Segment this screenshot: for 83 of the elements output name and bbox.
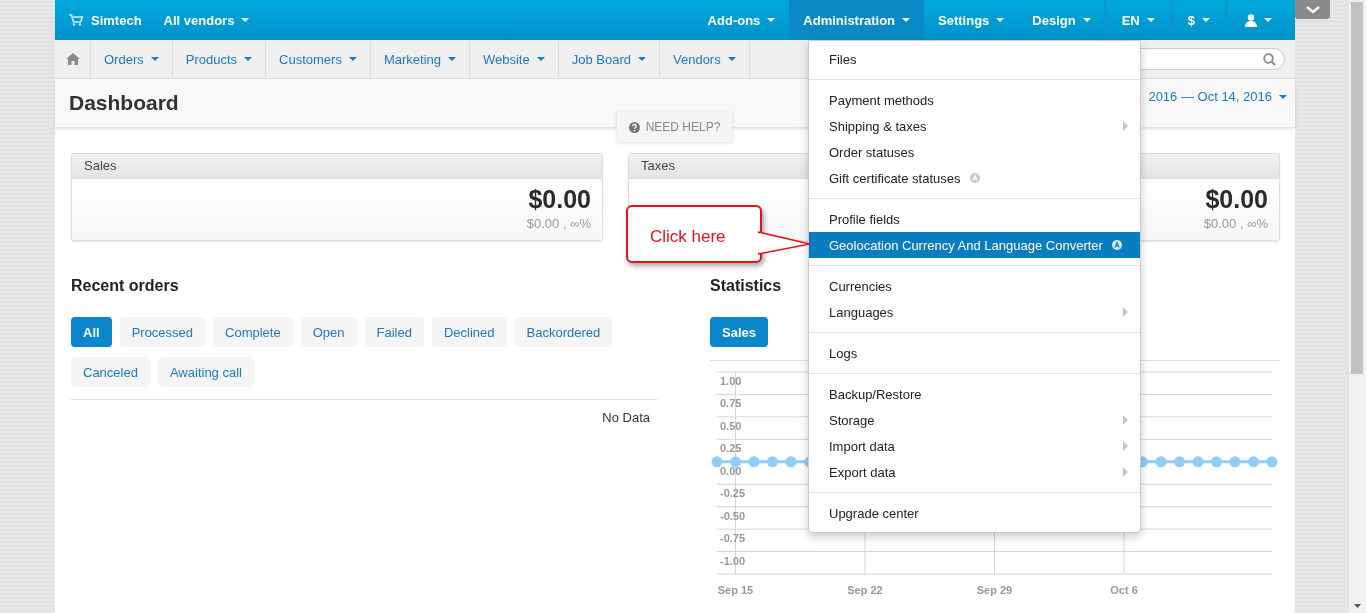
page-title: Dashboard bbox=[69, 91, 179, 115]
data-point bbox=[1229, 456, 1241, 468]
menu-item[interactable]: Shipping & taxes bbox=[809, 113, 1140, 139]
data-point bbox=[1155, 456, 1167, 468]
menu-item[interactable]: Storage bbox=[809, 407, 1140, 433]
store-brand[interactable]: Simtech bbox=[69, 0, 142, 40]
section-title: Statistics bbox=[710, 277, 782, 295]
data-point bbox=[1174, 456, 1185, 468]
search-icon bbox=[1263, 52, 1276, 66]
top-menu-item[interactable]: Settings bbox=[924, 0, 1019, 40]
menu-item[interactable]: Profile fields bbox=[809, 206, 1140, 232]
data-point bbox=[1211, 456, 1222, 468]
menu-item[interactable]: Languages bbox=[809, 299, 1140, 325]
data-point bbox=[1266, 456, 1278, 468]
collapse-button[interactable] bbox=[1295, 0, 1330, 19]
chart-tab[interactable]: Sales bbox=[710, 317, 768, 347]
status-filter-tab[interactable]: All bbox=[71, 317, 112, 347]
data-point bbox=[767, 456, 778, 468]
status-filter-tab[interactable]: Open bbox=[300, 317, 357, 347]
y-axis-label: 1.00 bbox=[720, 375, 742, 387]
status-filter-tab[interactable]: Failed bbox=[364, 317, 424, 347]
nav-menu-item[interactable]: Website bbox=[470, 40, 559, 78]
cart-icon bbox=[69, 14, 83, 26]
data-point bbox=[1192, 456, 1204, 468]
empty-message: No Data bbox=[602, 410, 650, 425]
data-point bbox=[748, 456, 760, 468]
nav-menu-item[interactable]: Job Board bbox=[558, 40, 660, 78]
menu-item[interactable]: Currencies bbox=[809, 273, 1140, 299]
home-icon bbox=[65, 53, 80, 65]
chevron-down-icon bbox=[1305, 5, 1320, 14]
menu-item[interactable]: Files bbox=[809, 46, 1140, 72]
y-axis-label: 0.50 bbox=[720, 419, 742, 432]
nav-menu-item[interactable]: Customers bbox=[266, 40, 371, 78]
menu-item[interactable]: Export data bbox=[809, 459, 1140, 485]
top-menu-item[interactable]: Add-ons bbox=[693, 0, 790, 40]
section-title: Recent orders bbox=[71, 277, 179, 295]
nav-menu-item[interactable]: Orders bbox=[91, 40, 173, 78]
x-axis-label: Sep 22 bbox=[847, 584, 883, 596]
y-axis-label: -0.75 bbox=[720, 532, 746, 545]
y-axis-label: -1.00 bbox=[720, 554, 746, 567]
nav-menu-item[interactable]: Marketing bbox=[370, 40, 470, 78]
menu-item[interactable]: Geolocation Currency And Language Converter bbox=[809, 232, 1140, 258]
status-filter-tab[interactable]: Complete bbox=[213, 317, 293, 347]
user-icon bbox=[1245, 13, 1257, 27]
y-axis-label: -0.50 bbox=[720, 509, 746, 522]
vendor-dropdown[interactable]: All vendors bbox=[163, 0, 250, 40]
top-menu-item[interactable]: Administration bbox=[789, 0, 925, 40]
y-axis-label: 0.75 bbox=[720, 397, 742, 410]
menu-item[interactable]: Logs bbox=[809, 340, 1140, 366]
menu-item[interactable]: Upgrade center bbox=[809, 500, 1140, 526]
need-help-tab[interactable]: NEED HELP? bbox=[617, 112, 732, 142]
scrollbar[interactable] bbox=[1349, 0, 1366, 613]
nav-menu-item[interactable]: Vendors bbox=[660, 40, 750, 78]
question-icon bbox=[628, 121, 640, 133]
data-point bbox=[730, 456, 741, 468]
data-point bbox=[785, 456, 797, 468]
menu-item[interactable]: Payment methods bbox=[809, 87, 1140, 113]
card-value: $0.00 bbox=[528, 185, 591, 214]
status-filter-tab[interactable]: Canceled bbox=[71, 357, 150, 387]
card-value: $0.00 bbox=[1205, 185, 1268, 214]
x-axis-label: Oct 6 bbox=[1110, 584, 1138, 596]
y-axis-label: 0.25 bbox=[720, 442, 742, 455]
menu-item[interactable]: Import data bbox=[809, 433, 1140, 459]
status-filter-tab[interactable]: Backordered bbox=[514, 317, 613, 347]
y-axis-label: -0.25 bbox=[720, 487, 746, 500]
x-axis-label: Sep 15 bbox=[717, 584, 754, 596]
status-filter-tab[interactable]: Declined bbox=[431, 317, 507, 347]
date-range-picker[interactable]: 2016 — Oct 14, 2016 bbox=[1148, 88, 1287, 104]
card-change: $0.00 , ∞% bbox=[1203, 216, 1268, 231]
y-axis-label: 0.00 bbox=[720, 464, 742, 477]
data-point bbox=[1248, 456, 1259, 468]
card-title: Sales bbox=[72, 154, 602, 179]
card-change: $0.00 , ∞% bbox=[526, 216, 591, 231]
callout-box: Click here bbox=[626, 205, 762, 263]
status-filter-tab[interactable]: Processed bbox=[119, 317, 206, 347]
scroll-down-icon bbox=[1354, 604, 1361, 608]
x-axis-label: Sep 29 bbox=[976, 584, 1013, 596]
brand-name: Simtech bbox=[91, 12, 142, 28]
menu-item[interactable]: Backup/Restore bbox=[809, 381, 1140, 407]
nav-menu-item[interactable]: Products bbox=[172, 40, 267, 78]
status-filter-tab[interactable]: Awaiting call bbox=[157, 357, 254, 387]
top-menu-item[interactable]: Design bbox=[1018, 0, 1105, 40]
data-point bbox=[711, 456, 723, 468]
